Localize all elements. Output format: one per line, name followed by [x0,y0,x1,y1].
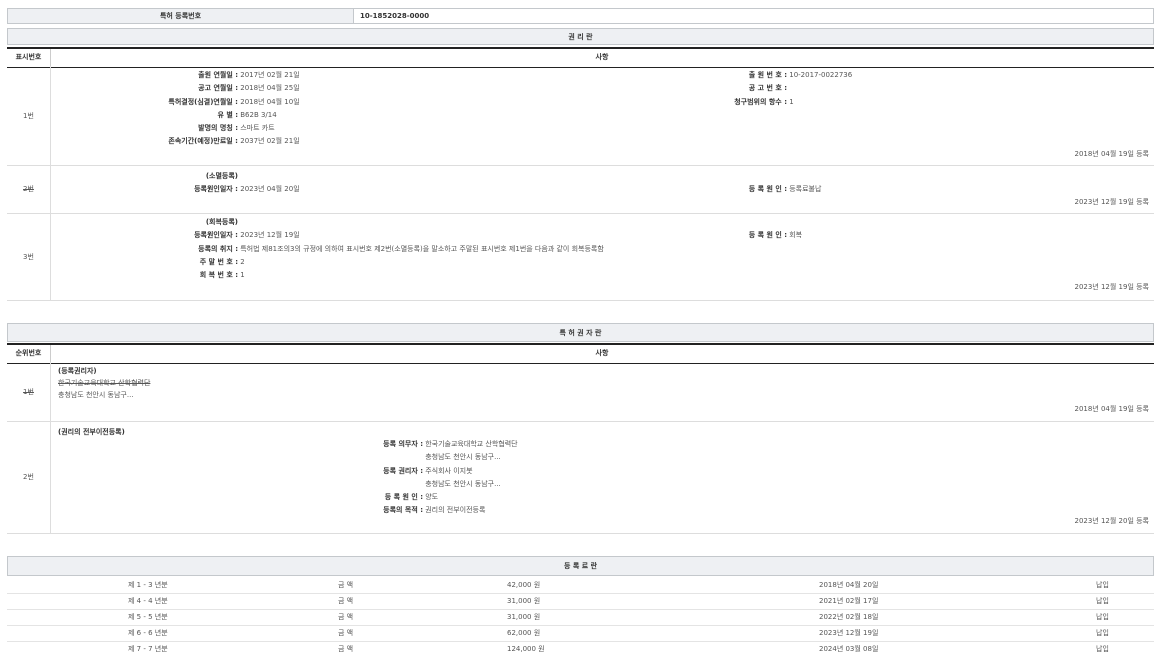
field: 등록 의무자 : 한국기술교육대학교 산학협력단 [337,438,518,451]
fee-amount-label: 금 액 [338,641,353,657]
holder-address: 충청남도 천안시 동남구... [58,389,134,402]
rights-section: 권 리 란 표시번호 사항 1번 출원 연월일 : 2017년 02월 21일 … [7,28,1154,302]
row-number-cancelled: 2번 [7,165,51,213]
rights-row-2: 2번 (소멸등록) 등록원인일자 : 2023년 04월 20일 등 록 원 인… [7,165,1154,214]
fee-status: 납입 [1096,625,1109,641]
registration-number-label: 특허 등록번호 [8,9,354,23]
rights-row-3-left: (회복등록) 등록원인일자 : 2023년 12월 19일 등록의 취지 : 특… [107,216,604,282]
fee-period: 제 7 - 7 년분 [128,641,168,657]
fees-section-title: 등 록 료 란 [7,556,1154,576]
field: 회 복 번 호 : 1 [107,269,604,282]
registration-date: 2023년 12월 19일 등록 [1074,282,1149,292]
rights-row-1-right: 출 원 번 호 : 10-2017-0022736 공 고 번 호 : 청구범위… [697,69,852,109]
fee-row: 제 5 - 5 년분 금 액 31,000 원 2022년 02월 18일 납입 [7,609,1154,626]
holders-column-header: 순위번호 사항 [7,343,1154,364]
fee-paid-date: 2018년 04월 20일 [819,577,878,593]
fee-period: 제 4 - 4 년분 [128,593,168,609]
fee-status: 납입 [1096,577,1109,593]
fees-table: 제 1 - 3 년분 금 액 42,000 원 2018년 04월 20일 납입… [7,577,1154,661]
fee-period: 제 5 - 5 년분 [128,609,168,625]
holders-row-1: 1번 (등록권리자) 한국기술교육대학교 산학협력단 충청남도 천안시 동남구.… [7,362,1154,422]
field: 존속기간(예정)만료일 : 2037년 02월 21일 [107,135,300,148]
col-rank-number: 순위번호 [7,345,51,363]
row-number: 2번 [7,421,51,533]
registration-date: 2023년 12월 19일 등록 [1074,197,1149,207]
fee-row: 제 1 - 3 년분 금 액 42,000 원 2018년 04월 20일 납입 [7,577,1154,594]
section-heading: (회복등록) [107,216,604,229]
fee-amount: 31,000 원 [507,609,540,625]
fee-amount-label: 금 액 [338,577,353,593]
transfer-details: 등록 의무자 : 한국기술교육대학교 산학협력단 충청남도 천안시 동남구...… [337,438,518,518]
rights-column-header: 표시번호 사항 [7,47,1154,68]
rights-row-1: 1번 출원 연월일 : 2017년 02월 21일 공고 연월일 : 2018년… [7,66,1154,166]
col-display-number: 표시번호 [7,49,51,67]
field: 청구범위의 항수 : 1 [697,96,852,109]
field: 등록원인일자 : 2023년 12월 19일 [107,229,604,242]
fee-amount: 31,000 원 [507,593,540,609]
fee-amount: 124,000 원 [507,641,545,657]
holders-section-title: 특 허 권 자 란 [7,323,1154,342]
fee-paid-date: 2021년 02월 17일 [819,593,878,609]
rights-row-3-right: 등 록 원 인 : 회복 [697,229,802,242]
fees-section: 등 록 료 란 제 1 - 3 년분 금 액 42,000 원 2018년 04… [7,556,1154,661]
row-number-cancelled: 1번 [7,362,51,421]
fee-paid-date: 2022년 02월 18일 [819,609,878,625]
field: 주 말 번 호 : 2 [107,256,604,269]
fee-period: 제 6 - 6 년분 [128,625,168,641]
holders-section: 특 허 권 자 란 순위번호 사항 1번 (등록권리자) 한국기술교육대학교 산… [7,323,1154,534]
fee-row: 제 4 - 4 년분 금 액 31,000 원 2021년 02월 17일 납입 [7,593,1154,610]
fee-status: 납입 [1096,593,1109,609]
section-heading: (소멸등록) [107,170,300,183]
field: 출원 연월일 : 2017년 02월 21일 [107,69,300,82]
field: 등록의 취지 : 특허법 제81조의3의 규정에 의하여 표시번호 제2번(소멸… [107,243,604,256]
fee-status: 납입 [1096,609,1109,625]
fee-amount-label: 금 액 [338,609,353,625]
rights-section-title: 권 리 란 [7,28,1154,45]
fee-row: 제 7 - 7 년분 금 액 124,000 원 2024년 03월 08일 납… [7,641,1154,657]
row-number: 3번 [7,213,51,300]
field: 발명의 명칭 : 스마트 카트 [107,122,300,135]
fee-amount: 62,000 원 [507,625,540,641]
field: 유 별 : B62B 3/14 [107,109,300,122]
field: 충청남도 천안시 동남구... [337,451,518,464]
registration-date: 2023년 12월 20일 등록 [1074,516,1149,526]
fee-status: 납입 [1096,641,1109,657]
registration-date: 2018년 04월 19일 등록 [1074,404,1149,414]
registration-number-bar: 특허 등록번호 10-1852028-0000 [7,8,1154,24]
holder-heading: (권리의 전부이전등록) [58,426,125,439]
fee-period: 제 1 - 3 년분 [128,577,168,593]
fee-amount-label: 금 액 [338,593,353,609]
fee-row: 제 6 - 6 년분 금 액 62,000 원 2023년 12월 19일 납입 [7,625,1154,642]
col-description: 사항 [50,49,1154,67]
fee-amount-label: 금 액 [338,625,353,641]
row-number: 1번 [7,66,51,165]
field: 등록 권리자 : 주식회사 이지봇 [337,465,518,478]
field: 특허결정(심결)연월일 : 2018년 04월 10일 [107,96,300,109]
holders-row-2: 2번 (권리의 전부이전등록) 등록 의무자 : 한국기술교육대학교 산학협력단… [7,421,1154,534]
field: 공 고 번 호 : [697,82,852,95]
field: 출 원 번 호 : 10-2017-0022736 [697,69,852,82]
col-description: 사항 [50,345,1154,363]
field: 등록의 목적 : 권리의 전부이전등록 [337,504,518,517]
rights-row-3: 3번 (회복등록) 등록원인일자 : 2023년 12월 19일 등록의 취지 … [7,213,1154,301]
field: 등 록 원 인 : 양도 [337,491,518,504]
field: 공고 연월일 : 2018년 04월 25일 [107,82,300,95]
rights-row-2-left: (소멸등록) 등록원인일자 : 2023년 04월 20일 [107,170,300,197]
rights-row-1-left: 출원 연월일 : 2017년 02월 21일 공고 연월일 : 2018년 04… [107,69,300,149]
field: 등 록 원 인 : 등록료불납 [697,183,821,196]
registration-date: 2018년 04월 19일 등록 [1074,149,1149,159]
field: 등록원인일자 : 2023년 04월 20일 [107,183,300,196]
fee-amount: 42,000 원 [507,577,540,593]
field: 등 록 원 인 : 회복 [697,229,802,242]
field: 충청남도 천안시 동남구... [337,478,518,491]
registration-number-value: 10-1852028-0000 [360,9,429,23]
fee-paid-date: 2024년 03월 08일 [819,641,878,657]
fee-paid-date: 2023년 12월 19일 [819,625,878,641]
rights-row-2-right: 등 록 원 인 : 등록료불납 [697,183,821,196]
